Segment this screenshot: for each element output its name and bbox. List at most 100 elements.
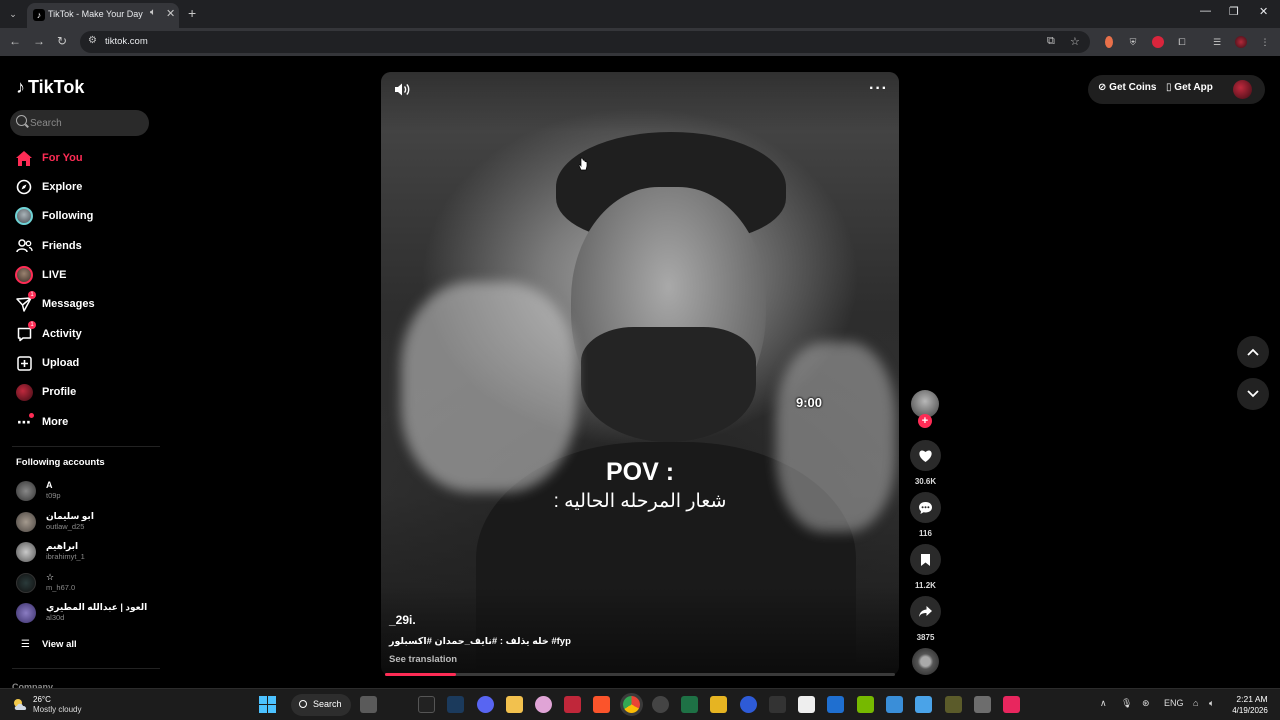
following-account[interactable]: ابو سليمان outlaw_d25 (16, 511, 156, 533)
search-box[interactable] (10, 110, 149, 136)
nav-live[interactable]: LIVE (14, 264, 149, 286)
reload-icon[interactable]: ↻ (57, 34, 67, 48)
nav-messages[interactable]: 1 Messages (14, 291, 149, 315)
follow-plus-button[interactable]: + (918, 414, 932, 428)
app-icon-yellow[interactable] (710, 696, 727, 713)
task-view-icon[interactable] (360, 696, 377, 713)
previous-video-button[interactable] (1237, 336, 1269, 368)
taskbar-time[interactable]: 2:21 AM (1230, 694, 1274, 704)
app-icon-olive[interactable] (945, 696, 962, 713)
roblox-icon[interactable] (506, 696, 523, 713)
steam-icon[interactable] (447, 696, 464, 713)
coin-icon: ⊘ (1098, 82, 1107, 93)
like-count: 30.6K (914, 477, 937, 486)
get-coins-button[interactable]: ⊘ Get Coins (1098, 82, 1156, 93)
app-icon-red[interactable] (564, 696, 581, 713)
user-avatar[interactable] (1233, 80, 1252, 99)
chevron-down-icon (1247, 390, 1259, 398)
see-translation-link[interactable]: See translation (389, 654, 457, 665)
browser-menu-icon[interactable]: ⋮ (1259, 36, 1271, 48)
next-video-button[interactable] (1237, 378, 1269, 410)
site-info-icon[interactable]: ⚙︎ (88, 35, 97, 46)
video-more-icon[interactable]: ··· (869, 80, 888, 98)
microphone-icon[interactable]: 🎙︎ (1121, 698, 1132, 709)
app-icon-dark[interactable] (769, 696, 786, 713)
nav-activity[interactable]: 1 Activity (14, 321, 149, 345)
view-all-button[interactable]: ☰ View all (21, 639, 77, 650)
save-button[interactable] (910, 544, 941, 575)
bookmark-star-icon[interactable]: ☆ (1070, 35, 1080, 48)
app-icon-settings[interactable] (652, 696, 669, 713)
extension-icon-1[interactable] (1105, 36, 1113, 48)
nav-more[interactable]: ⋯ More (14, 411, 149, 433)
nav-profile[interactable]: Profile (14, 381, 149, 403)
taskbar-search-label: Search (313, 699, 342, 709)
cloudy-weather-icon[interactable] (12, 697, 30, 711)
browser-tab-bar: ⌄ ♪ TikTok - Make Your Day 🔈︎ ✕ + — ❐ ✕ (0, 0, 1280, 28)
nav-for-you[interactable]: For You (14, 147, 149, 169)
music-disc[interactable] (912, 648, 939, 675)
nav-friends[interactable]: Friends (14, 235, 149, 257)
new-tab-button[interactable]: + (188, 5, 196, 21)
window-close-icon[interactable]: ✕ (1259, 5, 1268, 18)
minimize-icon[interactable]: — (1200, 5, 1211, 17)
app-icon-edge[interactable] (827, 696, 844, 713)
excel-icon[interactable] (681, 696, 698, 713)
comment-button[interactable] (910, 492, 941, 523)
tab-close-icon[interactable]: ✕ (166, 7, 175, 20)
taskbar-date[interactable]: 4/19/2026 (1226, 706, 1274, 715)
chrome-icon[interactable] (623, 696, 640, 713)
like-button[interactable] (910, 440, 941, 471)
following-account[interactable]: العود | عبدالله المطيري al30d (16, 602, 156, 624)
tab-audio-icon[interactable]: 🔈︎ (150, 7, 156, 18)
tiktok-logo[interactable]: ♪ TikTok (16, 76, 84, 98)
nav-upload[interactable]: Upload (14, 352, 149, 374)
taskbar-search[interactable]: Search (291, 694, 351, 716)
browser-profile-avatar[interactable] (1235, 36, 1247, 48)
share-button[interactable] (910, 596, 941, 627)
speaker-icon[interactable]: 🔈︎ (1209, 698, 1214, 709)
app-icon-pink[interactable] (535, 696, 552, 713)
more-dot (29, 413, 34, 418)
shield-extension-icon[interactable]: ⛨ (1127, 36, 1139, 48)
extension-icon-red[interactable] (1152, 36, 1164, 48)
nav-label: LIVE (42, 269, 67, 281)
app-icon-paint[interactable] (915, 696, 932, 713)
back-icon[interactable]: ← (9, 34, 21, 48)
forward-icon[interactable]: → (33, 34, 45, 48)
media-controls-icon[interactable]: ☰ (1211, 36, 1223, 48)
extensions-puzzle-icon[interactable]: ⧠ (1176, 36, 1188, 48)
nav-explore[interactable]: Explore (14, 176, 149, 198)
install-app-icon[interactable]: ⧉ (1047, 35, 1055, 48)
tiktok-app-icon[interactable] (1003, 696, 1020, 713)
discord-icon[interactable] (477, 696, 494, 713)
video-progress-bar[interactable] (385, 673, 895, 676)
tab-search-chevron-icon[interactable]: ⌄ (5, 6, 21, 22)
nav-label: Following (42, 210, 94, 222)
get-app-button[interactable]: ▯ Get App (1166, 82, 1213, 93)
video-author[interactable]: _29i. (389, 613, 416, 627)
following-account[interactable]: ابراهيم ibrahimyt_1 (16, 541, 156, 563)
network-icon[interactable]: ⌂ (1193, 698, 1198, 708)
video-player[interactable] (381, 72, 899, 676)
tray-app-icon[interactable]: ⊛ (1142, 698, 1150, 709)
browser-tab-tiktok[interactable]: ♪ TikTok - Make Your Day 🔈︎ ✕ (27, 3, 179, 28)
nvidia-icon[interactable] (857, 696, 874, 713)
tray-overflow-icon[interactable]: ∧ (1100, 698, 1107, 709)
app-icon-blue-2[interactable] (886, 696, 903, 713)
restore-icon[interactable]: ❐ (1229, 5, 1239, 18)
language-indicator[interactable]: ENG (1164, 698, 1184, 708)
search-input[interactable] (30, 114, 140, 132)
brave-icon[interactable] (593, 696, 610, 713)
app-icon-white[interactable] (798, 696, 815, 713)
epic-games-icon[interactable] (418, 696, 435, 713)
app-icon-blue[interactable] (740, 696, 757, 713)
start-windows-icon[interactable] (259, 696, 276, 713)
app-icon-gray[interactable] (974, 696, 991, 713)
following-account[interactable]: A t09p (16, 480, 156, 502)
avatar (16, 603, 36, 623)
address-bar[interactable]: ⚙︎ tiktok.com ⧉ ☆ (80, 31, 1090, 53)
nav-following[interactable]: Following (14, 205, 149, 227)
following-account[interactable]: ☆ m_h67.0 (16, 572, 156, 594)
volume-icon[interactable] (394, 82, 412, 98)
